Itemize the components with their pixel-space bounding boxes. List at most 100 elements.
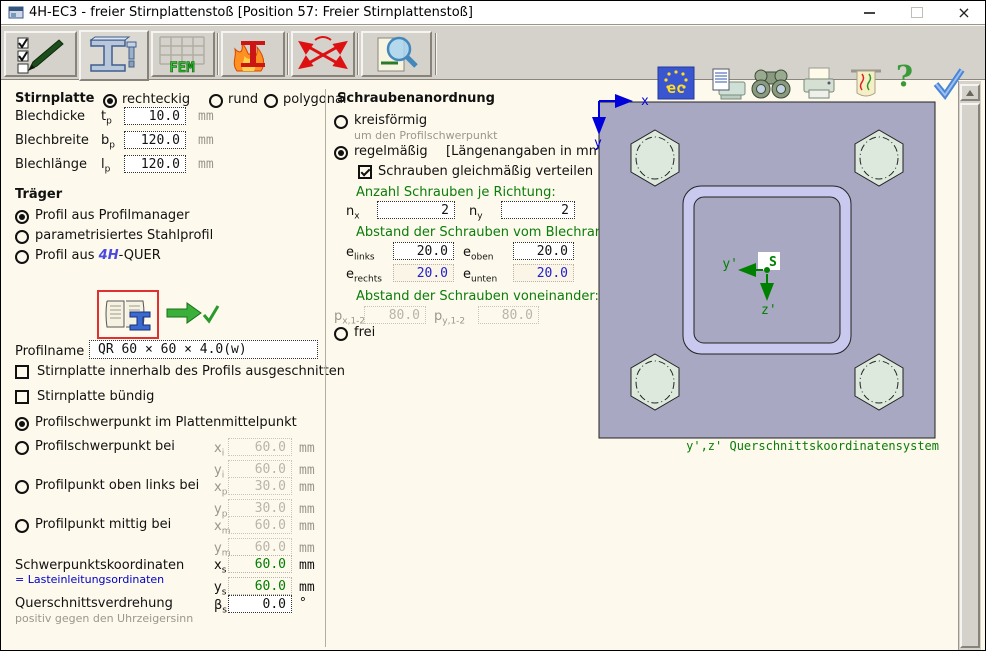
plate-shape-polygonal-radio[interactable]	[264, 94, 278, 108]
ny-input[interactable]: 2	[501, 201, 575, 219]
obenlinks-label: Profilpunkt oben links bei	[35, 478, 199, 493]
scrollbar-up-button[interactable]	[960, 84, 980, 101]
profile-manager-button[interactable]	[97, 290, 159, 339]
window-title: 4H-EC3 - freier Stirnplattenstoß [Positi…	[29, 5, 473, 20]
plattenmittelpunkt-radio[interactable]	[15, 417, 29, 431]
blechlaenge-input[interactable]: 120.0	[124, 155, 186, 173]
scrollbar-thumb[interactable]	[960, 103, 980, 648]
tab-results-view[interactable]	[361, 31, 432, 77]
ausgeschnitten-checkbox[interactable]	[15, 365, 29, 379]
frei-radio[interactable]	[334, 327, 348, 341]
schwerpunkt-bei-radio[interactable]	[15, 441, 29, 455]
plate-shape-rund-label: rund	[228, 92, 258, 107]
app-window: 4H-EC3 - freier Stirnplattenstoß [Positi…	[0, 0, 986, 651]
toolbar-separator	[287, 33, 289, 75]
minimize-icon	[864, 12, 875, 14]
4h-logo: 4H	[99, 248, 119, 263]
close-button[interactable]: ×	[942, 1, 986, 24]
eunten-output: 20.0	[513, 264, 574, 282]
eunten-symbol: eunten	[463, 267, 497, 285]
quer-radio[interactable]	[15, 250, 29, 264]
cs-z-label: z'	[761, 303, 777, 318]
maximize-button[interactable]	[895, 1, 939, 24]
plate-shape-rechteckig-radio[interactable]	[103, 94, 117, 108]
blechlaenge-symbol: lp	[101, 157, 110, 175]
verteilen-checkbox[interactable]	[358, 165, 372, 179]
profilname-input[interactable]: QR 60 × 60 × 4.0(w)	[89, 340, 318, 359]
blechdicke-unit: mm	[198, 109, 214, 124]
tab-loads[interactable]	[291, 31, 355, 77]
blechlaenge-label: Blechlänge	[15, 157, 87, 172]
schwerpunkt-label: Schwerpunktskoordinaten	[15, 558, 184, 573]
nx-symbol: nx	[346, 204, 360, 222]
yi-unit: mm	[299, 463, 315, 478]
nx-input[interactable]: 2	[377, 201, 455, 219]
blechbreite-input[interactable]: 120.0	[124, 131, 186, 149]
document-magnifier-icon	[368, 33, 426, 75]
steel-profile-icon	[85, 35, 143, 77]
verdrehung-label: Querschnittsverdrehung	[15, 596, 173, 611]
panel-separator	[325, 89, 326, 647]
ys-output: 60.0	[228, 577, 292, 595]
profilmanager-label: Profil aus Profilmanager	[35, 208, 190, 223]
toolbar: FEM	[1, 26, 985, 80]
ys-symbol: ys	[214, 580, 226, 598]
fem-grid-icon: FEM	[154, 33, 212, 75]
regelmaessig-radio[interactable]	[334, 146, 348, 160]
toolbar-separator	[435, 33, 437, 75]
ny-symbol: ny	[469, 204, 483, 222]
beta-input[interactable]: 0.0	[228, 595, 292, 613]
obenlinks-radio[interactable]	[15, 480, 29, 494]
elinks-symbol: elinks	[346, 245, 375, 263]
apply-profile-icon[interactable]	[165, 298, 223, 328]
tab-input-system[interactable]	[4, 31, 77, 77]
xs-output: 60.0	[228, 555, 292, 573]
beta-unit: °	[299, 596, 307, 611]
xp-input: 30.0	[228, 477, 292, 495]
xs-symbol: xs	[214, 558, 226, 576]
scrollbar[interactable]	[958, 81, 981, 651]
blechdicke-input[interactable]: 10.0	[124, 107, 186, 125]
buendig-checkbox[interactable]	[15, 390, 29, 404]
plattenmittelpunkt-label: Profilschwerpunkt im Plattenmittelpunkt	[35, 415, 297, 430]
checklist-pen-icon	[13, 34, 69, 74]
py-symbol: py,1-2	[434, 309, 465, 327]
yp-input: 30.0	[228, 499, 292, 517]
tab-fire-design[interactable]	[221, 31, 285, 77]
px-symbol: px,1-2	[334, 309, 365, 327]
erechts-symbol: erechts	[346, 267, 382, 285]
elinks-input[interactable]: 20.0	[393, 242, 454, 260]
load-arrows-icon	[295, 34, 351, 74]
blechbreite-unit: mm	[198, 133, 214, 148]
tab-profile[interactable]	[79, 30, 149, 81]
xm-input: 60.0	[228, 516, 292, 534]
yp-unit: mm	[299, 502, 315, 517]
maximize-icon	[911, 7, 923, 18]
tab-fem[interactable]: FEM	[151, 31, 215, 77]
ym-unit: mm	[299, 541, 315, 556]
mittig-radio[interactable]	[15, 519, 29, 533]
axis-x-label: x	[641, 94, 649, 109]
kreisfoermig-label: kreisförmig	[354, 113, 427, 128]
plate-shape-rund-radio[interactable]	[209, 94, 223, 108]
toolbar-separator	[217, 33, 219, 75]
ausgeschnitten-label: Stirnplatte innerhalb des Profils ausges…	[37, 364, 345, 379]
toolbar-separator	[357, 33, 359, 75]
xi-input: 60.0	[228, 438, 292, 456]
xm-unit: mm	[299, 519, 315, 534]
yi-symbol: yi	[214, 463, 224, 481]
yp-symbol: yp	[214, 502, 227, 520]
voneinander-heading: Abstand der Schrauben voneinander:	[356, 289, 599, 304]
minimize-button[interactable]	[847, 1, 891, 24]
profilmanager-radio[interactable]	[15, 210, 29, 224]
kreisfoermig-radio[interactable]	[334, 115, 348, 129]
cs-y-label: y'	[722, 257, 738, 272]
blechrand-heading: Abstand der Schrauben vom Blechrand:	[356, 225, 616, 240]
parametrisiert-radio[interactable]	[15, 230, 29, 244]
xp-unit: mm	[299, 480, 315, 495]
eoben-input[interactable]: 20.0	[513, 242, 574, 260]
blechlaenge-unit: mm	[198, 157, 214, 172]
verteilen-label: Schrauben gleichmäßig verteilen	[378, 164, 593, 179]
blechdicke-label: Blechdicke	[15, 109, 85, 124]
parametrisiert-label: parametrisiertes Stahlprofil	[35, 228, 213, 243]
